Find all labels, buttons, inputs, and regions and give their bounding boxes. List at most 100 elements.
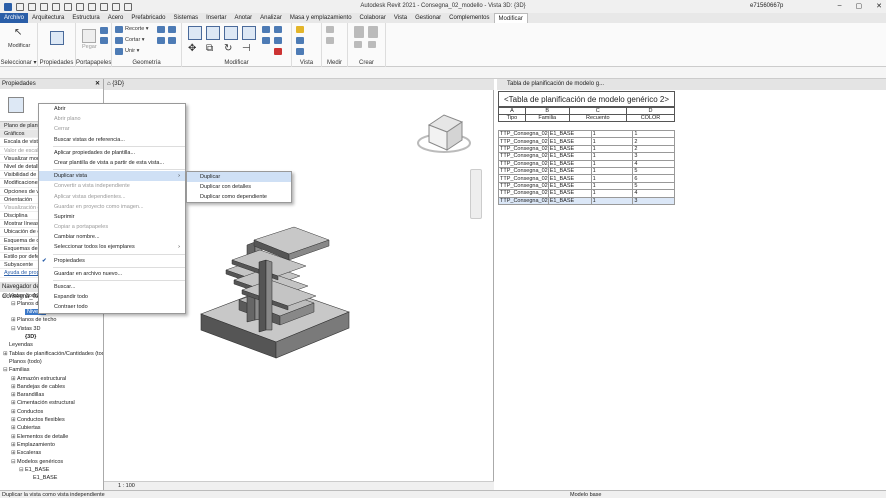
cope-icon[interactable]: [115, 26, 123, 33]
create-similar-icon[interactable]: [368, 41, 376, 48]
select-group-label[interactable]: Seleccionar ▾: [0, 59, 37, 66]
lightbulb-icon[interactable]: [296, 26, 304, 33]
tab-archivo[interactable]: Archivo: [0, 13, 29, 23]
table-cell[interactable]: TTP_Consegna_02: [498, 189, 549, 198]
table-cell[interactable]: TTP_Consegna_02: [498, 137, 549, 146]
table-row[interactable]: TTP_Consegna_02 E1_BASE 1 2: [498, 137, 675, 146]
table-cell[interactable]: 6: [632, 174, 675, 183]
measure-tool-icon[interactable]: [326, 26, 334, 33]
table-row[interactable]: TTP_Consegna_02 E1_BASE 1 5: [498, 166, 675, 176]
tab-analizar[interactable]: Analizar: [256, 13, 286, 23]
tab-modificar[interactable]: Modificar: [493, 13, 528, 23]
column-header[interactable]: Familia: [524, 114, 570, 122]
tree-item[interactable]: ⊞Elementos de detalle: [0, 433, 103, 441]
tab-acero[interactable]: Acero: [104, 13, 128, 23]
tab-prefabricado[interactable]: Prefabricado: [127, 13, 169, 23]
create-group-icon[interactable]: [354, 41, 362, 48]
trim-icon[interactable]: [115, 37, 123, 44]
view-scale[interactable]: 1 : 100: [118, 483, 135, 489]
table-cell[interactable]: 1: [590, 137, 634, 146]
schedule-view[interactable]: Tabla de planificación de modelo g... <T…: [497, 79, 886, 490]
tree-item[interactable]: ⊞Bandejas de cables: [0, 383, 103, 391]
cut-icon[interactable]: [100, 37, 108, 44]
column-header[interactable]: Recuento: [568, 114, 627, 122]
table-cell[interactable]: 2: [632, 144, 675, 154]
tree-item[interactable]: ⊟E1_BASE: [0, 466, 103, 474]
move-icon[interactable]: ✥: [188, 43, 196, 54]
table-cell[interactable]: TTP_Consegna_02: [498, 129, 549, 139]
menu-item[interactable]: Abrir: [39, 104, 185, 114]
copy-icon[interactable]: [100, 27, 108, 34]
create-parts-icon[interactable]: [368, 26, 378, 38]
table-cell[interactable]: 2: [632, 137, 675, 146]
mirror-draw-icon[interactable]: [242, 26, 256, 40]
table-row[interactable]: TTP_Consegna_02 E1_BASE 1 5: [498, 181, 675, 191]
menu-item[interactable]: Crear plantilla de vista a partir de est…: [39, 158, 185, 168]
table-cell[interactable]: 3: [632, 196, 675, 205]
table-cell[interactable]: 1: [590, 196, 634, 205]
mirror-axis-icon[interactable]: [224, 26, 238, 40]
menu-item[interactable]: Suprimir: [39, 212, 185, 222]
table-cell[interactable]: 5: [632, 166, 675, 176]
column-header[interactable]: COLOR: [625, 114, 676, 122]
menu-item[interactable]: Expandir todo: [39, 292, 185, 302]
dimension-icon[interactable]: [326, 37, 334, 44]
paste-button[interactable]: Pegar: [82, 44, 97, 50]
tree-item[interactable]: E1_BASE: [0, 474, 103, 482]
structure-model[interactable]: [200, 226, 350, 359]
table-cell[interactable]: E1_BASE: [547, 174, 592, 183]
user-name[interactable]: e71560667p: [750, 3, 783, 9]
menu-item[interactable]: Guardar en archivo nuevo...: [39, 269, 185, 279]
demolish-icon[interactable]: [168, 37, 176, 44]
table-cell[interactable]: TTP_Consegna_02: [498, 166, 549, 176]
table-cell[interactable]: E1_BASE: [547, 144, 592, 154]
tab-sistemas[interactable]: Sistemas: [169, 13, 202, 23]
tree-item[interactable]: ⊞Barandillas: [0, 391, 103, 399]
table-cell[interactable]: 1: [590, 166, 634, 176]
table-row[interactable]: TTP_Consegna_02 E1_BASE 1 3: [498, 196, 675, 205]
delete-icon[interactable]: [274, 48, 282, 55]
split-icon[interactable]: [262, 26, 270, 33]
override-icon[interactable]: [296, 48, 304, 55]
trim-dropdown[interactable]: Cortar ▾: [125, 37, 145, 43]
table-cell[interactable]: E1_BASE: [547, 152, 592, 161]
paint-icon[interactable]: [157, 26, 165, 33]
table-cell[interactable]: 1: [590, 152, 634, 161]
close-icon[interactable]: ✕: [95, 79, 100, 89]
wall-joins-icon[interactable]: [157, 37, 165, 44]
table-cell[interactable]: TTP_Consegna_02: [498, 181, 549, 191]
table-cell[interactable]: 1: [632, 129, 675, 139]
trim-extend-icon[interactable]: ⊣: [242, 43, 251, 54]
tree-item[interactable]: ⊞Armazón estructural: [0, 375, 103, 383]
tree-item[interactable]: {3D}: [0, 333, 103, 341]
column-header[interactable]: Tipo: [498, 114, 526, 122]
menu-item[interactable]: Aplicar propiedades de plantilla...: [39, 148, 185, 158]
modify-button[interactable]: Modificar: [8, 43, 30, 49]
minimize-icon[interactable]: –: [838, 2, 842, 10]
table-cell[interactable]: E1_BASE: [547, 196, 592, 205]
menu-item[interactable]: Buscar...: [39, 282, 185, 292]
schedule-tab[interactable]: Tabla de planificación de modelo g...: [497, 79, 886, 90]
tree-item[interactable]: ⊞Planos de techo: [0, 316, 103, 324]
close-icon[interactable]: ✕: [876, 2, 882, 10]
cut-dropdown[interactable]: Recorte ▾: [125, 26, 149, 32]
menu-item[interactable]: ✔ Propiedades: [39, 256, 185, 266]
tree-item[interactable]: Planos (todo): [0, 358, 103, 366]
tree-item[interactable]: ⊞Cubiertas: [0, 424, 103, 432]
table-cell[interactable]: 3: [632, 152, 675, 161]
tree-item[interactable]: ⊞Conductos flexibles: [0, 416, 103, 424]
table-cell[interactable]: TTP_Consegna_02: [498, 144, 549, 154]
table-cell[interactable]: E1_BASE: [547, 137, 592, 146]
tab-gestionar[interactable]: Gestionar: [411, 13, 445, 23]
tab-masa-y-emplazamiento[interactable]: Masa y emplazamiento: [286, 13, 356, 23]
table-row[interactable]: TTP_Consegna_02 E1_BASE 1 3: [498, 152, 675, 161]
table-cell[interactable]: 1: [590, 174, 634, 183]
table-cell[interactable]: E1_BASE: [547, 181, 592, 191]
menu-item[interactable]: Contraer todo: [39, 302, 185, 312]
tab-colaborar[interactable]: Colaborar: [356, 13, 390, 23]
tree-item[interactable]: ⊟Vistas 3D: [0, 325, 103, 333]
submenu-item[interactable]: Duplicar: [187, 172, 291, 183]
tree-item[interactable]: ⊞Cimentación estructural: [0, 399, 103, 407]
cursor-icon[interactable]: ↖: [14, 27, 22, 38]
tree-item[interactable]: ⊟Familias: [0, 366, 103, 374]
